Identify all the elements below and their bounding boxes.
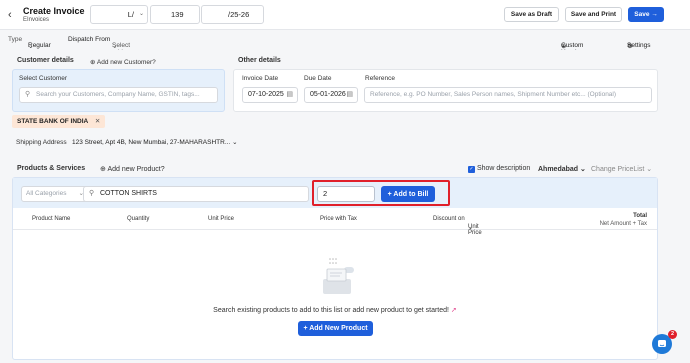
price-list-select[interactable]: Change PriceList ⌄ xyxy=(591,165,652,173)
reference-input[interactable]: Reference, e.g. PO Number, Sales Person … xyxy=(364,87,652,103)
search-icon: ⚲ xyxy=(89,190,95,197)
product-table-header: Product Name Quantity Unit Price Price w… xyxy=(13,208,657,236)
add-customer-label: Add new Customer? xyxy=(96,59,156,66)
product-search-value: COTTON SHIRTS xyxy=(100,190,157,197)
toolbar-row: Type Regular ⌄ Dispatch From Select addr… xyxy=(0,30,690,56)
invoice-date-input[interactable]: 07-10-2025 ▤ xyxy=(242,87,298,103)
chevron-down-icon: ⌄ xyxy=(112,43,118,50)
other-details-box: Invoice Date 07-10-2025 ▤ Due Date 05-01… xyxy=(233,69,658,112)
invoice-number-input[interactable]: 139 xyxy=(150,5,200,24)
product-search-input[interactable]: ⚲ COTTON SHIRTS xyxy=(83,186,309,202)
col-quantity: Quantity xyxy=(127,216,150,222)
top-header: ‹ Create Invoice EInvoices L/ ⌄ 139 /25-… xyxy=(0,0,690,30)
plus-circle-icon: ⊕ xyxy=(100,166,106,173)
plus-circle-icon: ⊕ xyxy=(90,59,96,66)
search-icon: ⚲ xyxy=(25,91,31,98)
invoice-prefix-value: L/ xyxy=(127,10,134,19)
shipping-row: Shipping Address 123 Street, Apt 4B, New… xyxy=(16,138,238,146)
empty-message: Search existing products to add to this … xyxy=(13,306,657,314)
customer-search-placeholder: Search your Customers, Company Name, GST… xyxy=(36,91,200,98)
dispatch-label: Dispatch From xyxy=(68,36,111,43)
save-draft-button[interactable]: Save as Draft xyxy=(504,7,559,22)
product-filter-row: All Categories ⌄ ⚲ COTTON SHIRTS 2 + Add… xyxy=(13,178,657,208)
arrow-icon: ➚ xyxy=(450,307,457,314)
empty-state: Search existing products to add to this … xyxy=(13,230,657,359)
back-arrow-icon[interactable]: ‹ xyxy=(8,9,12,21)
save-label: Save xyxy=(634,11,650,18)
reference-placeholder: Reference, e.g. PO Number, Sales Person … xyxy=(370,91,617,98)
chevron-down-icon: ⌄ xyxy=(138,11,144,17)
save-button[interactable]: Save → xyxy=(628,7,664,22)
warehouse-select[interactable]: Ahmedabad ⌄ xyxy=(538,165,586,173)
add-product-label: Add new Product? xyxy=(107,166,165,173)
settings-label: Settings xyxy=(627,42,651,49)
chevron-down-icon: ⌄ xyxy=(28,43,34,50)
page-subtitle: EInvoices xyxy=(23,17,50,23)
close-icon[interactable]: ✕ xyxy=(95,115,100,128)
shipping-address-value: 123 Street, Apt 4B, New Mumbai, 27-MAHAR… xyxy=(72,139,231,146)
due-date-input[interactable]: 05-01-2026 ▤ xyxy=(304,87,358,103)
category-select[interactable]: All Categories ⌄ xyxy=(21,186,89,202)
invoice-suffix-value: /25-26 xyxy=(228,10,250,19)
show-description-label: Show description xyxy=(476,165,531,172)
page-title: Create Invoice xyxy=(23,6,85,16)
products-section-title: Products & Services xyxy=(17,165,86,172)
shipping-address-select[interactable]: 123 Street, Apt 4B, New Mumbai, 27-MAHAR… xyxy=(72,139,238,146)
calendar-icon: ▤ xyxy=(286,91,293,98)
arrow-right-icon: → xyxy=(651,11,658,18)
customer-section-title: Customer details xyxy=(17,57,74,64)
show-description-toggle[interactable]: ✓ Show description xyxy=(468,165,530,173)
invoice-prefix-select[interactable]: L/ ⌄ xyxy=(90,5,148,24)
invoice-date-value: 07-10-2025 xyxy=(248,91,284,98)
warehouse-value: Ahmedabad xyxy=(538,166,579,173)
col-discount-on: Discount on xyxy=(433,216,465,222)
save-print-button[interactable]: Save and Print xyxy=(565,7,622,22)
type-label: Type xyxy=(8,36,23,43)
quantity-input[interactable]: 2 xyxy=(317,186,375,202)
col-total: Total xyxy=(633,213,647,219)
chat-badge: 2 xyxy=(668,330,677,339)
select-customer-label: Select Customer xyxy=(19,75,68,82)
customer-select-box: Select Customer ⚲ Search your Customers,… xyxy=(12,69,225,112)
invoice-suffix-input[interactable]: /25-26 xyxy=(201,5,264,24)
selected-customer-chip: STATE BANK OF INDIA ✕ xyxy=(12,115,106,128)
shipping-label: Shipping Address xyxy=(16,139,67,146)
due-date-value: 05-01-2026 xyxy=(310,91,346,98)
customer-search-input[interactable]: ⚲ Search your Customers, Company Name, G… xyxy=(19,87,218,103)
price-list-value: Change PriceList xyxy=(591,166,645,173)
chevron-down-icon: ⌄ xyxy=(646,166,653,173)
selected-customer-name: STATE BANK OF INDIA xyxy=(17,118,89,125)
chevron-down-icon: ⌄ xyxy=(232,139,238,146)
reference-label: Reference xyxy=(365,75,395,82)
other-section-title: Other details xyxy=(238,57,281,64)
quantity-value: 2 xyxy=(323,189,328,198)
calendar-icon: ▤ xyxy=(346,91,353,98)
invoice-number-value: 139 xyxy=(171,10,184,19)
checkbox-checked-icon: ✓ xyxy=(468,166,475,173)
due-date-label: Due Date xyxy=(304,75,332,82)
add-new-product-button[interactable]: + Add New Product xyxy=(298,321,373,336)
invoice-date-label: Invoice Date xyxy=(242,75,279,82)
col-product-name: Product Name xyxy=(32,216,71,222)
col-unit-price: Unit Price xyxy=(208,216,235,222)
empty-message-text: Search existing products to add to this … xyxy=(213,307,449,314)
col-net-amount: Net Amount + Tax xyxy=(599,221,647,227)
empty-box-illustration-icon xyxy=(323,258,354,294)
col-price-with-tax: Price with Tax xyxy=(320,216,357,222)
add-product-link[interactable]: ⊕ Add new Product? xyxy=(100,165,165,173)
category-placeholder: All Categories xyxy=(26,190,67,197)
products-panel: All Categories ⌄ ⚲ COTTON SHIRTS 2 + Add… xyxy=(12,177,658,360)
chevron-down-icon: ⌄ xyxy=(580,166,586,173)
add-to-bill-button[interactable]: + Add to Bill xyxy=(381,186,435,202)
add-customer-link[interactable]: ⊕ Add new Customer? xyxy=(90,58,156,66)
